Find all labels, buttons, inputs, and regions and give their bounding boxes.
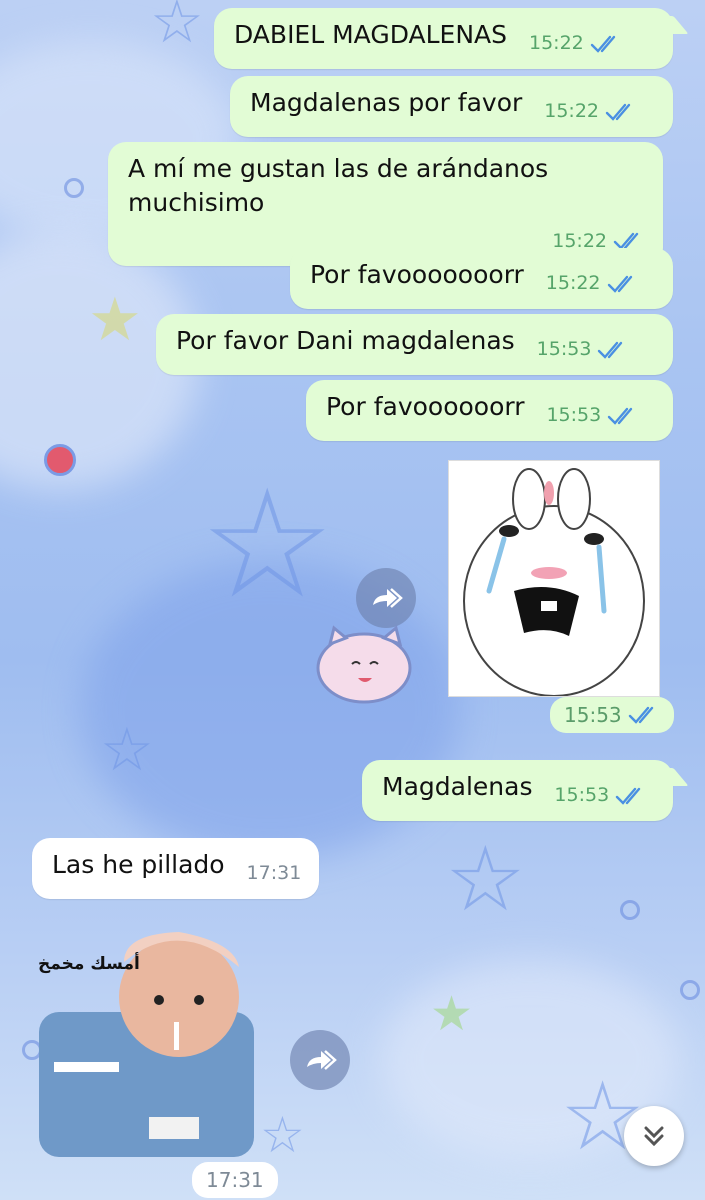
star-decoration: ★	[430, 986, 474, 1042]
scroll-to-bottom-button[interactable]	[624, 1106, 684, 1166]
circle-decoration	[680, 980, 700, 1000]
star-decoration: ☆	[445, 827, 526, 932]
chevron-double-down-icon	[644, 1126, 664, 1147]
message-time: 15:22	[544, 100, 600, 122]
forward-icon	[373, 588, 403, 608]
double-check-icon	[607, 275, 632, 293]
forward-icon	[307, 1050, 337, 1070]
double-check-icon	[590, 35, 615, 53]
message-bubble[interactable]: Por favor Dani magdalenas 15:53	[156, 314, 673, 375]
message-meta: 15:22	[546, 271, 639, 297]
double-check-icon	[608, 407, 633, 425]
circle-decoration	[64, 178, 84, 198]
message-text: A mí me gustan las de arándanos muchisim…	[128, 154, 549, 217]
message-meta: 15:22	[529, 31, 622, 57]
message-meta: 15:53	[554, 783, 647, 809]
message-text: Por favoooooorr	[326, 392, 525, 421]
star-decoration: ☆	[100, 715, 154, 785]
message-time: 17:31	[206, 1168, 264, 1192]
message-bubble[interactable]: DABIEL MAGDALENAS 15:22	[214, 8, 689, 69]
double-check-icon	[628, 706, 653, 724]
star-decoration: ☆	[150, 0, 204, 57]
message-bubble[interactable]: Por favooooooorr 15:22	[290, 248, 673, 309]
message-time: 15:53	[546, 404, 602, 426]
message-text: Las he pillado	[52, 850, 225, 879]
forward-button[interactable]	[290, 1030, 350, 1090]
message-bubble[interactable]: Magdalenas por favor 15:22	[230, 76, 673, 137]
message-time: 15:22	[545, 272, 601, 294]
double-check-icon	[605, 103, 631, 121]
message-time: 15:53	[554, 784, 610, 806]
message-text: Por favor Dani magdalenas	[176, 326, 515, 355]
message-bubble[interactable]: Por favoooooorr 15:53	[306, 380, 673, 441]
incoming-message-bubble[interactable]: Las he pillado 17:31	[32, 838, 320, 899]
message-meta: 15:53	[537, 337, 630, 363]
double-check-icon	[615, 787, 641, 805]
message-meta: 15:53	[546, 403, 639, 429]
message-text: Magdalenas por favor	[250, 88, 523, 117]
sticker-caption: أمسك مخمخ	[38, 954, 140, 974]
message-time: 15:53	[536, 338, 592, 360]
cat-decoration-icon	[316, 625, 412, 704]
message-text: DABIEL MAGDALENAS	[234, 20, 508, 49]
double-check-icon	[598, 341, 623, 359]
star-decoration: ★	[88, 285, 142, 355]
message-meta: 17:31	[247, 861, 302, 887]
sticker-time: 15:53	[550, 697, 674, 733]
message-bubble[interactable]: Magdalenas 15:53	[362, 760, 689, 821]
circle-decoration	[620, 900, 640, 920]
forward-button[interactable]	[356, 568, 416, 628]
crying-rabbit-sticker[interactable]	[448, 460, 660, 697]
message-time: 15:22	[528, 32, 584, 54]
sticker-time: 17:31	[192, 1162, 278, 1198]
red-circle-decoration	[44, 444, 76, 476]
crying-rabbit-icon	[463, 468, 645, 697]
message-time: 15:53	[564, 703, 622, 727]
star-decoration: ☆	[200, 458, 335, 632]
message-time: 17:31	[246, 862, 302, 884]
star-decoration: ☆	[260, 1106, 305, 1164]
message-meta: 15:22	[544, 99, 637, 125]
message-text: Por favooooooorr	[310, 260, 524, 289]
message-text: Magdalenas	[382, 772, 533, 801]
